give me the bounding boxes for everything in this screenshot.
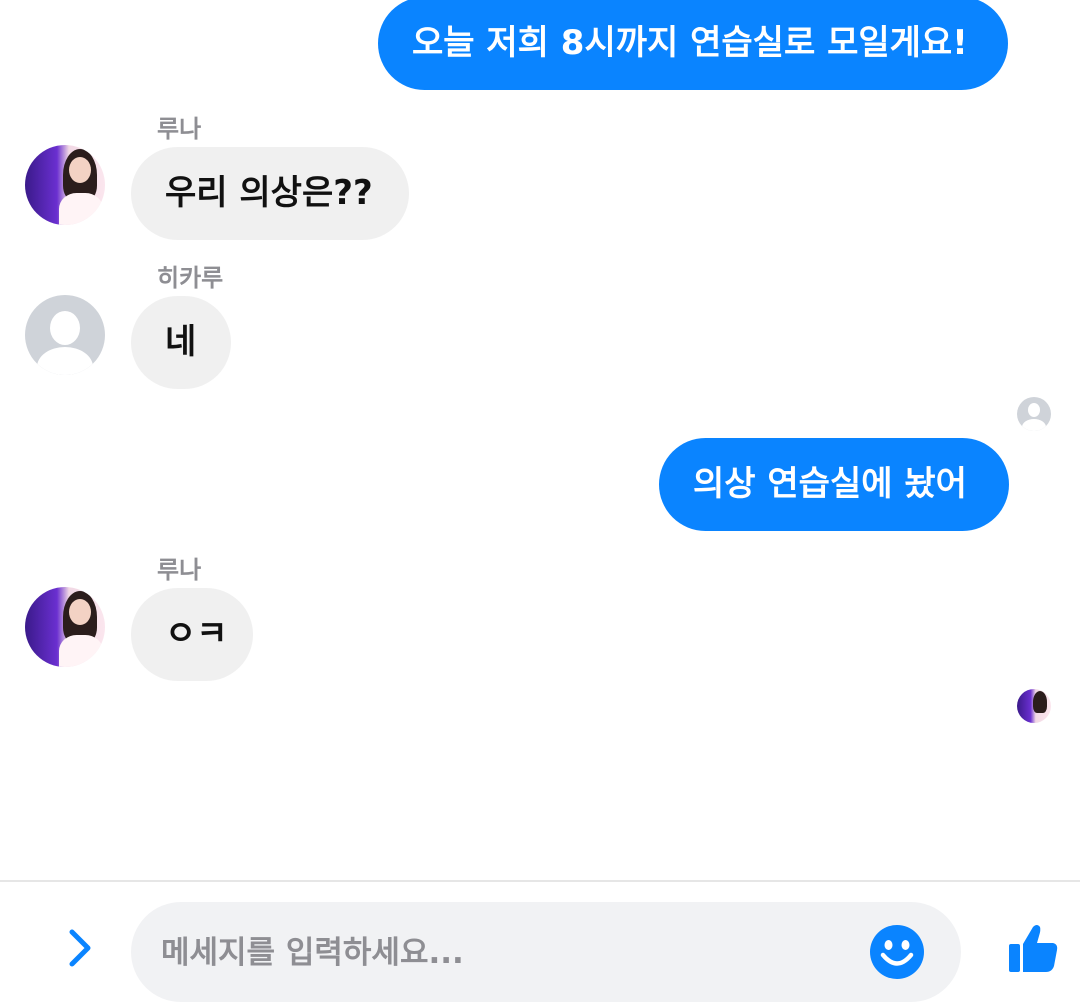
seen-receipt-avatar — [1017, 689, 1051, 723]
seen-receipt-avatar — [1017, 397, 1051, 431]
sender-name: 루나 — [157, 115, 202, 143]
avatar[interactable] — [25, 295, 105, 375]
chevron-right-icon[interactable] — [60, 928, 100, 968]
avatar[interactable] — [25, 587, 105, 667]
thumbs-up-icon[interactable] — [1006, 922, 1060, 976]
message-composer — [0, 880, 1080, 1002]
incoming-message[interactable]: 우리 의상은?? — [131, 147, 409, 240]
message-input-container[interactable] — [131, 902, 961, 1002]
incoming-message[interactable]: ㅇㅋ — [131, 588, 253, 681]
sender-name: 루나 — [157, 556, 202, 584]
message-thread: 오늘 저희 8시까지 연습실로 모일게요! 루나 우리 의상은?? 히카루 네 … — [0, 0, 1080, 880]
outgoing-message[interactable]: 의상 연습실에 놨어 — [659, 438, 1009, 531]
outgoing-message[interactable]: 오늘 저희 8시까지 연습실로 모일게요! — [378, 0, 1008, 90]
avatar[interactable] — [25, 145, 105, 225]
sender-name: 히카루 — [157, 264, 224, 292]
message-input[interactable] — [159, 924, 853, 982]
smiley-icon[interactable] — [869, 924, 925, 980]
incoming-message[interactable]: 네 — [131, 296, 231, 389]
